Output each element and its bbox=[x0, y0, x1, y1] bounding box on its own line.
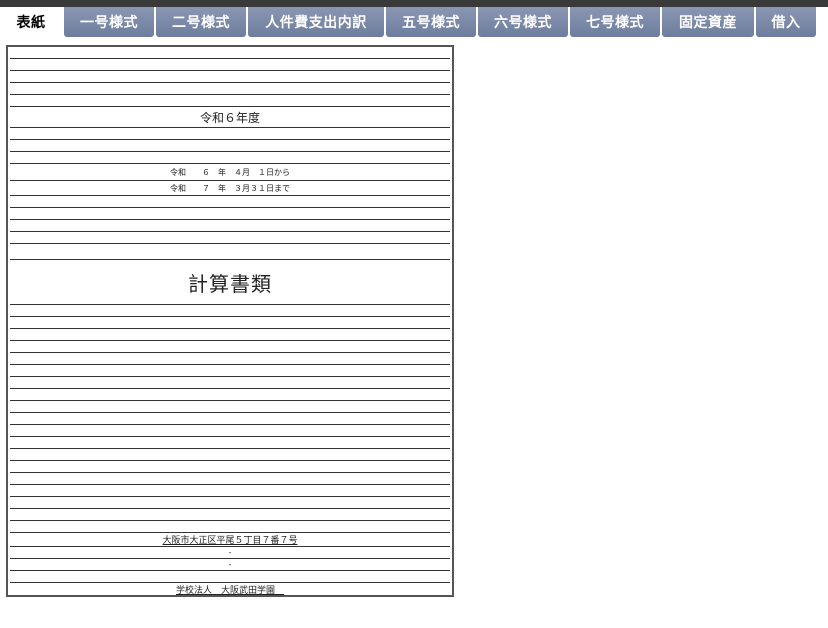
sheet-row bbox=[10, 473, 450, 485]
sheet-row bbox=[10, 413, 450, 425]
sheet-row bbox=[10, 449, 450, 461]
organization-label: 学校法人 大阪武田学園 bbox=[175, 584, 284, 595]
tab-form-1[interactable]: 一号様式 bbox=[64, 7, 154, 37]
sheet-row bbox=[10, 353, 450, 365]
period-start-row: 令和 ６ 年 ４月 １日から bbox=[10, 164, 450, 181]
sheet-row bbox=[10, 509, 450, 521]
dash-row-1: - bbox=[10, 547, 450, 559]
sheet-row bbox=[10, 208, 450, 220]
sheet-row bbox=[10, 329, 450, 341]
address-row: 大阪市大正区平尾５丁目７番７号 bbox=[10, 533, 450, 547]
sheet-tab-bar: 表紙 一号様式 二号様式 人件費支出内訳 五号様式 六号様式 七号様式 固定資産… bbox=[0, 7, 828, 40]
sheet-row bbox=[10, 401, 450, 413]
period-start-label: 令和 ６ 年 ４月 １日から bbox=[170, 167, 290, 177]
tab-form-6[interactable]: 六号様式 bbox=[478, 7, 568, 37]
sheet-row bbox=[10, 220, 450, 232]
sheet-row bbox=[10, 152, 450, 164]
cover-sheet: 令和６年度 令和 ６ 年 ４月 １日から 令和 ７ 年 ３月３１日まで 計算書類… bbox=[6, 45, 454, 597]
sheet-row bbox=[10, 497, 450, 509]
sheet-row bbox=[10, 95, 450, 107]
tab-form-5[interactable]: 五号様式 bbox=[386, 7, 476, 37]
tab-fixed-assets[interactable]: 固定資産 bbox=[662, 7, 754, 37]
tab-personnel-expense-detail[interactable]: 人件費支出内訳 bbox=[248, 7, 384, 37]
sheet-row bbox=[10, 521, 450, 533]
document-title-row: 計算書類 bbox=[10, 260, 450, 305]
sheet-row bbox=[10, 232, 450, 244]
sheet-row bbox=[10, 377, 450, 389]
sheet-row bbox=[10, 485, 450, 497]
sheet-row bbox=[10, 244, 450, 260]
dash-mark-1: - bbox=[228, 548, 232, 557]
sheet-row bbox=[10, 341, 450, 353]
dash-row-2: - bbox=[10, 559, 450, 571]
sheet-row bbox=[10, 140, 450, 152]
tab-cover[interactable]: 表紙 bbox=[0, 7, 62, 37]
document-title: 計算書類 bbox=[188, 273, 272, 296]
fiscal-year-label: 令和６年度 bbox=[199, 110, 260, 125]
sheet-row bbox=[10, 365, 450, 377]
sheet-row bbox=[10, 389, 450, 401]
sheet-row bbox=[10, 59, 450, 71]
sheet-row bbox=[10, 196, 450, 208]
sheet-row bbox=[10, 571, 450, 583]
sheet-row bbox=[10, 47, 450, 59]
sheet-row bbox=[10, 317, 450, 329]
tab-form-7[interactable]: 七号様式 bbox=[570, 7, 660, 37]
sheet-row bbox=[10, 437, 450, 449]
period-end-row: 令和 ７ 年 ３月３１日まで bbox=[10, 181, 450, 196]
period-end-label: 令和 ７ 年 ３月３１日まで bbox=[170, 183, 290, 193]
sheet-row bbox=[10, 83, 450, 95]
sheet-row bbox=[10, 305, 450, 317]
sheet-row bbox=[10, 128, 450, 140]
organization-row: 学校法人 大阪武田学園 bbox=[10, 583, 450, 595]
tab-borrowings[interactable]: 借入 bbox=[756, 7, 816, 37]
sheet-row bbox=[10, 71, 450, 83]
address-label: 大阪市大正区平尾５丁目７番７号 bbox=[162, 535, 298, 545]
sheet-row bbox=[10, 461, 450, 473]
sheet-row bbox=[10, 425, 450, 437]
tab-form-2[interactable]: 二号様式 bbox=[156, 7, 246, 37]
window-top-bar bbox=[0, 0, 828, 7]
fiscal-year-row: 令和６年度 bbox=[10, 107, 450, 128]
dash-mark-2: - bbox=[228, 560, 232, 569]
